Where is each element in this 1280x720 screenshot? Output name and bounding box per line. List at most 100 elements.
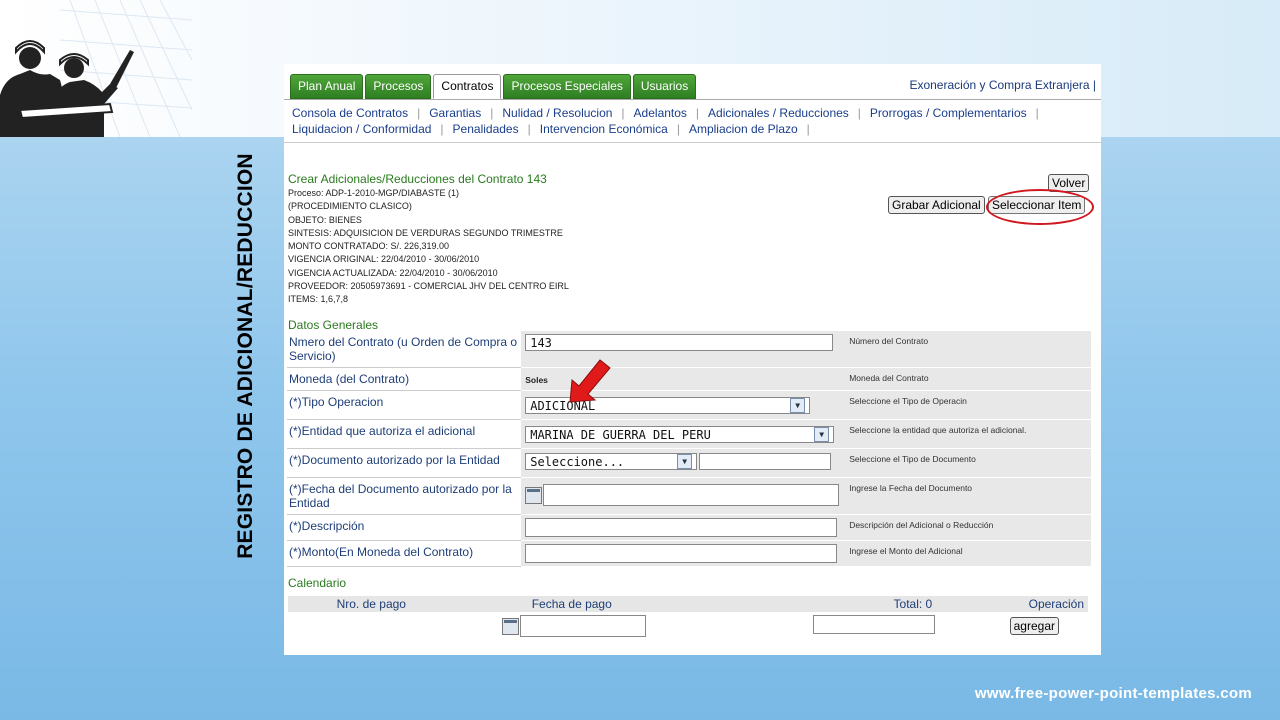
row-numero-contrato: Nmero del Contrato (u Orden de Compra o … bbox=[287, 331, 1091, 368]
tab-procesos-especiales[interactable]: Procesos Especiales bbox=[503, 74, 631, 99]
monto-hint: Ingrese el Monto del Adicional bbox=[845, 540, 1091, 567]
subnav-intervencion-economica[interactable]: Intervencion Económica bbox=[540, 122, 668, 136]
calendar-icon[interactable] bbox=[525, 486, 543, 504]
chevron-down-icon: ▼ bbox=[677, 454, 693, 469]
info-monto: MONTO CONTRATADO: S/. 226,319.00 bbox=[288, 241, 450, 252]
subnav-penalidades[interactable]: Penalidades bbox=[453, 122, 519, 136]
documento-select[interactable]: Seleccione... ▼ bbox=[525, 453, 698, 470]
slide-vertical-title: REGISTRO DE ADICIONAL/REDUCCION bbox=[234, 152, 257, 559]
entidad-hint: Seleccione la entidad que autoriza el ad… bbox=[845, 419, 1091, 449]
contract-info: Proceso: ADP-1-2010-MGP/DIABASTE (1) (PR… bbox=[288, 187, 569, 307]
calendario-input-row: agregar bbox=[288, 612, 1088, 638]
page-title: Crear Adicionales/Reducciones del Contra… bbox=[288, 172, 547, 186]
subnav-ampliacion-plazo[interactable]: Ampliacion de Plazo bbox=[689, 122, 798, 136]
grabar-adicional-button[interactable]: Grabar Adicional bbox=[888, 196, 985, 214]
tab-usuarios[interactable]: Usuarios bbox=[632, 74, 697, 99]
subnav-consola-contratos[interactable]: Consola de Contratos bbox=[292, 106, 408, 120]
descripcion-label: (*)Descripción bbox=[287, 514, 522, 541]
info-sintesis: SINTESIS: ADQUISICION DE VERDURAS SEGUND… bbox=[288, 227, 563, 238]
row-documento: (*)Documento autorizado por la Entidad S… bbox=[287, 448, 1091, 478]
red-arrow-pointer bbox=[569, 359, 611, 403]
info-vigencia-actualizada: VIGENCIA ACTUALIZADA: 22/04/2010 - 30/06… bbox=[288, 267, 498, 278]
datos-generales-title: Datos Generales bbox=[288, 318, 379, 332]
info-proceso: Proceso: ADP-1-2010-MGP/DIABASTE (1) bbox=[288, 188, 460, 198]
fecha-input[interactable] bbox=[543, 484, 840, 506]
monto-label: (*)Monto(En Moneda del Contrato) bbox=[287, 540, 522, 567]
documento-value: Seleccione... bbox=[530, 454, 625, 469]
numero-contrato-input[interactable]: 143 bbox=[525, 334, 834, 351]
business-people-illustration bbox=[0, 0, 192, 137]
fecha-label: (*)Fecha del Documento autorizado por la… bbox=[287, 477, 522, 515]
info-items: ITEMS: 1,6,7,8 bbox=[288, 294, 349, 305]
fecha-cell bbox=[521, 477, 846, 515]
calendario-header-row: Nro. de pago Fecha de pago Total: 0 Oper… bbox=[288, 596, 1088, 612]
main-tabs: Plan Anual Procesos Contratos Procesos E… bbox=[290, 74, 697, 99]
total-cell bbox=[689, 612, 936, 638]
fecha-pago-input[interactable] bbox=[519, 615, 646, 637]
sub-navigation: Consola de Contratos | Garantias | Nulidad /… bbox=[292, 105, 1092, 137]
subnav-garantias[interactable]: Garantias bbox=[429, 106, 481, 120]
row-descripcion: (*)Descripción Descripción del Adicional… bbox=[287, 514, 1091, 541]
chevron-down-icon: ▼ bbox=[814, 427, 830, 442]
monto-cell bbox=[521, 540, 846, 567]
subnav-adicionales-reducciones[interactable]: Adicionales / Reducciones bbox=[708, 106, 849, 120]
fecha-hint: Ingrese la Fecha del Documento bbox=[845, 477, 1091, 515]
col-total: Total: 0 bbox=[688, 596, 937, 612]
col-operacion: Operación bbox=[936, 596, 1088, 612]
entidad-label: (*)Entidad que autoriza el adicional bbox=[287, 419, 522, 449]
info-proveedor: PROVEEDOR: 20505973691 - COMERCIAL JHV D… bbox=[288, 281, 569, 292]
entidad-select[interactable]: MARINA DE GUERRA DEL PERU ▼ bbox=[525, 426, 835, 443]
nro-pago-cell bbox=[288, 612, 455, 638]
descripcion-input[interactable] bbox=[525, 518, 838, 537]
numero-contrato-label: Nmero del Contrato (u Orden de Compra o … bbox=[287, 331, 522, 368]
calendar-icon[interactable] bbox=[501, 617, 519, 635]
calendario-table: Nro. de pago Fecha de pago Total: 0 Oper… bbox=[288, 596, 1088, 638]
subnav-liquidacion-conformidad[interactable]: Liquidacion / Conformidad bbox=[292, 122, 431, 136]
tab-plan-anual[interactable]: Plan Anual bbox=[290, 74, 364, 99]
documento-label: (*)Documento autorizado por la Entidad bbox=[287, 448, 522, 478]
tab-divider bbox=[284, 99, 1101, 100]
subnav-prorrogas-complementarios[interactable]: Prorrogas / Complementarios bbox=[870, 106, 1027, 120]
info-objeto: OBJETO: BIENES bbox=[288, 214, 362, 225]
subnav-nulidad-resolucion[interactable]: Nulidad / Resolucion bbox=[502, 106, 612, 120]
datos-generales-form: Nmero del Contrato (u Orden de Compra o … bbox=[287, 331, 1091, 567]
subnav-row-2: Liquidacion / Conformidad | Penalidades | In… bbox=[292, 122, 810, 136]
tipo-operacion-hint: Seleccione el Tipo de Operacin bbox=[845, 390, 1091, 420]
row-fecha: (*)Fecha del Documento autorizado por la… bbox=[287, 477, 1091, 515]
moneda-hint: Moneda del Contrato bbox=[845, 367, 1091, 391]
monto-pago-input[interactable] bbox=[813, 615, 936, 634]
documento-numero-input[interactable] bbox=[699, 453, 832, 470]
app-screenshot: Plan Anual Procesos Contratos Procesos E… bbox=[284, 64, 1101, 655]
seleccionar-item-highlight bbox=[986, 189, 1094, 225]
subnav-divider bbox=[284, 142, 1101, 143]
tipo-operacion-label: (*)Tipo Operacion bbox=[287, 390, 522, 420]
row-entidad: (*)Entidad que autoriza el adicional MAR… bbox=[287, 419, 1091, 449]
subnav-adelantos[interactable]: Adelantos bbox=[634, 106, 687, 120]
row-monto: (*)Monto(En Moneda del Contrato) Ingrese… bbox=[287, 540, 1091, 567]
monto-input[interactable] bbox=[525, 544, 838, 563]
info-procedimiento: (PROCEDIMIENTO CLASICO) bbox=[288, 201, 412, 212]
documento-cell: Seleccione... ▼ bbox=[521, 448, 846, 478]
entidad-value: MARINA DE GUERRA DEL PERU bbox=[530, 427, 711, 442]
fecha-pago-cell bbox=[455, 612, 689, 638]
row-tipo-operacion: (*)Tipo Operacion ADICIONAL ▼ Seleccione … bbox=[287, 390, 1091, 420]
agregar-button[interactable]: agregar bbox=[1009, 617, 1059, 635]
operacion-cell: agregar bbox=[936, 612, 1088, 638]
chevron-down-icon: ▼ bbox=[790, 398, 806, 413]
subnav-row-1: Consola de Contratos | Garantias | Nulidad /… bbox=[292, 106, 1039, 120]
row-moneda: Moneda (del Contrato) Soles Moneda del C… bbox=[287, 367, 1091, 391]
tab-procesos[interactable]: Procesos bbox=[365, 74, 432, 99]
col-fecha-pago: Fecha de pago bbox=[454, 596, 689, 612]
documento-hint: Seleccione el Tipo de Documento bbox=[845, 448, 1091, 478]
moneda-label: Moneda (del Contrato) bbox=[287, 367, 522, 391]
footer-url: www.free-power-point-templates.com bbox=[974, 685, 1252, 702]
info-vigencia-original: VIGENCIA ORIGINAL: 22/04/2010 - 30/06/20… bbox=[288, 254, 480, 265]
tab-exoneracion-link[interactable]: Exoneración y Compra Extranjera | bbox=[909, 78, 1096, 92]
numero-contrato-hint: Número del Contrato bbox=[845, 331, 1091, 368]
entidad-cell: MARINA DE GUERRA DEL PERU ▼ bbox=[521, 419, 846, 449]
tab-contratos[interactable]: Contratos bbox=[433, 74, 502, 99]
col-nro-pago: Nro. de pago bbox=[288, 596, 455, 612]
descripcion-cell bbox=[521, 514, 846, 541]
calendario-title: Calendario bbox=[288, 576, 347, 590]
descripcion-hint: Descripción del Adicional o Reducción bbox=[845, 514, 1091, 541]
